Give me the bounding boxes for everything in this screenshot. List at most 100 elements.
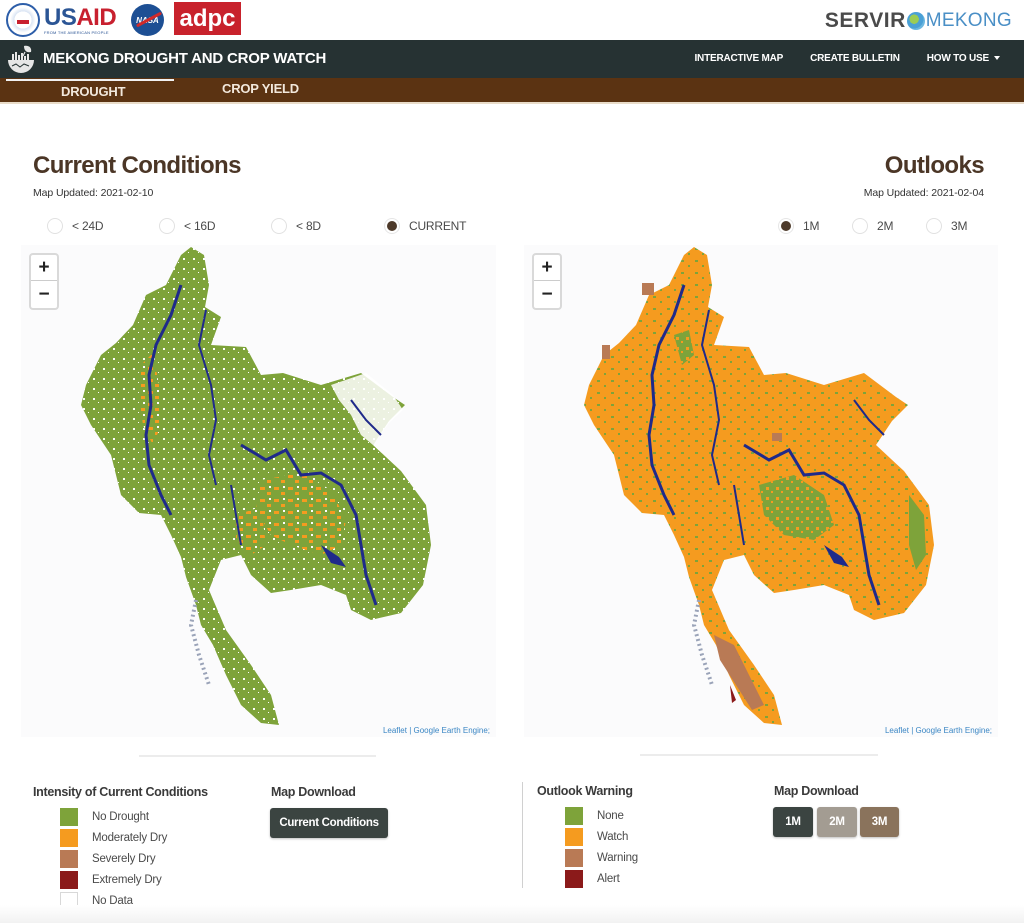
tab-drought[interactable]: DROUGHT (61, 84, 126, 99)
usaid-us: US (44, 3, 77, 31)
warning-patch-west (602, 345, 610, 359)
radio-24d[interactable]: < 24D (47, 218, 159, 234)
legend-label: Alert (597, 873, 620, 885)
radio-circle[interactable] (47, 218, 63, 234)
download-3m-button[interactable]: 3M (860, 807, 899, 837)
legend-swatch (565, 828, 583, 846)
page-bottom-fade (0, 905, 1024, 923)
active-tab-indicator (6, 79, 174, 81)
download-current-conditions-button[interactable]: Current Conditions (270, 808, 388, 838)
legend-swatch (565, 870, 583, 888)
app-title[interactable]: MEKONG DROUGHT AND CROP WATCH (43, 50, 326, 67)
land-watch (584, 247, 934, 725)
logo-bar: USAID FROM THE AMERICAN PEOPLE NASA adpc… (0, 0, 1024, 40)
legend-item-none: None (565, 807, 638, 825)
download-1m-button[interactable]: 1M (773, 807, 813, 837)
adpc-logo: adpc (174, 2, 241, 35)
nav-create-bulletin[interactable]: CREATE BULLETIN (810, 53, 900, 64)
legend-item-alert: Alert (565, 870, 638, 888)
nav-how-to-use-label: HOW TO USE (926, 53, 989, 64)
moderately-dry-south (236, 507, 266, 555)
legend-label: Moderately Dry (92, 832, 168, 844)
mekong-region-map[interactable] (524, 245, 998, 737)
radio-label: < 24D (72, 219, 104, 233)
radio-label: < 8D (296, 219, 321, 233)
usaid-logo: USAID FROM THE AMERICAN PEOPLE (6, 3, 117, 37)
radio-8d[interactable]: < 8D (271, 218, 384, 234)
legend-swatch (565, 807, 583, 825)
current-download-title: Map Download (271, 785, 356, 799)
legend-item-moderately-dry: Moderately Dry (60, 829, 167, 847)
radio-label: CURRENT (409, 219, 467, 233)
legend-separator (522, 782, 523, 888)
radio-circle[interactable] (852, 218, 868, 234)
nav-how-to-use[interactable]: HOW TO USE (927, 53, 1000, 64)
radio-label: 3M (951, 219, 968, 233)
nasa-logo: NASA (131, 4, 164, 36)
zoom-out-button[interactable]: − (534, 281, 560, 307)
outlook-legend: None Watch Warning Alert (565, 807, 638, 888)
radio-label: 1M (803, 219, 820, 233)
outlooks-map[interactable]: + − Leaflet | Google Earth Engine; (524, 245, 998, 737)
map-attribution[interactable]: Leaflet | Google Earth Engine; (383, 726, 490, 735)
current-conditions-map[interactable]: + − Leaflet | Google Earth Engine; (21, 245, 496, 737)
download-2m-button[interactable]: 2M (817, 807, 857, 837)
legend-swatch (60, 808, 78, 826)
nasa-text: NASA (136, 15, 159, 25)
radio-circle[interactable] (159, 218, 175, 234)
legend-swatch (565, 849, 583, 867)
zoom-out-button[interactable]: − (31, 281, 57, 307)
current-conditions-updated: Map Updated: 2021-02-10 (33, 187, 154, 199)
radio-circle[interactable] (271, 218, 287, 234)
sub-nav-shadow (0, 102, 1024, 104)
legend-item-no-drought: No Drought (60, 808, 167, 826)
nav-interactive-map[interactable]: INTERACTIVE MAP (694, 53, 783, 64)
usaid-tagline: FROM THE AMERICAN PEOPLE (44, 29, 109, 35)
radio-label: < 16D (184, 219, 216, 233)
warning-patch-laos (772, 433, 782, 441)
radio-2m[interactable]: 2M (852, 218, 926, 234)
servir-mekong-logo: SERVIR MEKONG (825, 9, 1012, 33)
land-no-drought (81, 247, 431, 725)
radio-1m[interactable]: 1M (778, 218, 852, 234)
radio-circle[interactable] (384, 218, 400, 234)
divider-left (139, 755, 376, 757)
current-period-radio-group: < 24D < 16D < 8D CURRENT (47, 218, 466, 234)
usaid-aid: AID (76, 3, 117, 31)
adpc-text: adpc (179, 4, 236, 32)
alert-strip (730, 685, 736, 703)
radio-16d[interactable]: < 16D (159, 218, 271, 234)
current-conditions-title: Current Conditions (33, 152, 241, 179)
outlooks-updated: Map Updated: 2021-02-04 (863, 187, 984, 199)
legend-label: Watch (597, 831, 629, 843)
radio-3m[interactable]: 3M (926, 218, 967, 234)
radio-current[interactable]: CURRENT (384, 218, 466, 234)
legend-item-warning: Warning (565, 849, 638, 867)
divider-right (640, 754, 878, 756)
outlook-download-title: Map Download (774, 784, 859, 798)
zoom-control: + − (29, 253, 59, 310)
zoom-in-button[interactable]: + (534, 255, 560, 281)
zoom-in-button[interactable]: + (31, 255, 57, 281)
legend-label: No Drought (92, 811, 149, 823)
radio-circle[interactable] (778, 218, 794, 234)
radio-label: 2M (877, 219, 894, 233)
legend-label: None (597, 810, 624, 822)
usaid-seal-icon (6, 3, 40, 37)
legend-label: Warning (597, 852, 638, 864)
map-attribution[interactable]: Leaflet | Google Earth Engine; (885, 726, 992, 735)
outlook-period-radio-group: 1M 2M 3M (778, 218, 967, 234)
zoom-control: + − (532, 253, 562, 310)
current-legend: No Drought Moderately Dry Severely Dry E… (60, 808, 167, 910)
radio-circle[interactable] (926, 218, 942, 234)
sub-nav (0, 78, 1024, 102)
crop-bowl-icon[interactable] (6, 44, 36, 76)
caret-down-icon (994, 56, 1000, 61)
mekong-region-map[interactable] (21, 245, 496, 737)
legend-swatch (60, 829, 78, 847)
outlooks-title: Outlooks (884, 152, 985, 179)
legend-swatch (60, 850, 78, 868)
legend-item-watch: Watch (565, 828, 638, 846)
legend-label: Severely Dry (92, 853, 156, 865)
tab-crop-yield[interactable]: CROP YIELD (222, 81, 299, 96)
